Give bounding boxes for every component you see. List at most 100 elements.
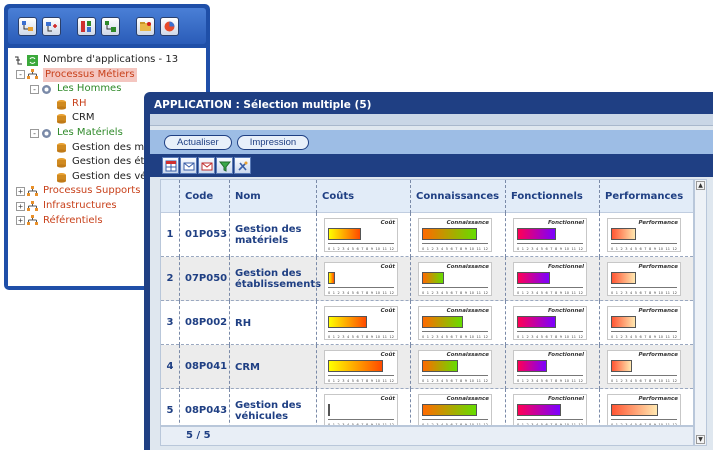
email-button[interactable]: [180, 157, 197, 174]
move-node-button[interactable]: [101, 16, 120, 36]
column-header-fonctionnels[interactable]: Fonctionnels: [505, 180, 599, 213]
tick-label: 3: [342, 379, 345, 383]
app-code-link[interactable]: 08P043: [179, 389, 229, 425]
database-icon: [57, 157, 66, 168]
scroll-down-arrow[interactable]: ▼: [696, 435, 705, 444]
print-button[interactable]: Impression: [236, 134, 310, 150]
tick-label: 1: [426, 291, 429, 295]
tick-label: 2: [620, 291, 623, 295]
tick-label: 4: [536, 247, 539, 251]
mini-bar-chart-perf: Performance 0 1 2 3 4 5 6 7 8 9 10 11 12: [607, 394, 681, 425]
mini-chart-bar: [422, 360, 458, 372]
table-row[interactable]: 4 08P041 CRM Coût 0 1 2 3 4 5 6 7 8 9 10 11 12 Connaissan…: [161, 345, 693, 389]
app-code-link[interactable]: 01P053: [179, 213, 229, 257]
app-code-link[interactable]: 08P041: [179, 345, 229, 389]
tick-label: 12: [389, 247, 394, 251]
collapse-toggle[interactable]: -: [30, 128, 39, 138]
tick-label: 2: [526, 379, 529, 383]
mini-chart-ticks: 0 1 2 3 4 5 6 7 8 9 10 11 12: [517, 335, 583, 339]
tick-label: 9: [559, 291, 562, 295]
table-row[interactable]: 2 07P050 Gestion des établissements Coût 0 1 2…: [161, 257, 693, 301]
database-icon: [57, 99, 66, 110]
hierarchy-button[interactable]: [77, 16, 96, 36]
settings-button[interactable]: [234, 157, 251, 174]
tick-label: 0: [611, 247, 614, 251]
mini-chart-title: Coût: [380, 264, 395, 270]
metric-cell-perf: Performance 0 1 2 3 4 5 6 7 8 9 10 11 12: [599, 345, 693, 389]
app-name-link[interactable]: Gestion des établissements: [229, 257, 321, 301]
tick-label: 8: [460, 291, 463, 295]
app-name-link[interactable]: RH: [229, 301, 316, 345]
mini-chart-axis: [611, 243, 677, 244]
scroll-up-arrow[interactable]: ▲: [696, 181, 705, 190]
metric-cell-cout: Coût 0 1 2 3 4 5 6 7 8 9 10 11 12: [316, 301, 410, 345]
column-header-performances[interactable]: Performances: [599, 180, 693, 213]
tick-label: 6: [450, 247, 453, 251]
tick-label: 8: [366, 247, 369, 251]
tick-label: 5: [445, 335, 448, 339]
app-name-link[interactable]: CRM: [229, 345, 316, 389]
add-node-button[interactable]: [42, 16, 61, 36]
mini-bar-chart-cout: Coût 0 1 2 3 4 5 6 7 8 9 10 11 12: [324, 306, 398, 340]
app-code-link[interactable]: 08P002: [179, 301, 229, 345]
expand-toggle[interactable]: +: [16, 216, 25, 226]
tick-label: 4: [630, 291, 633, 295]
tick-label: 4: [630, 335, 633, 339]
mini-chart-bar: [517, 228, 556, 240]
mini-chart-title: Fonctionnel: [547, 396, 584, 402]
mini-chart-bar: [328, 272, 336, 284]
expand-toggle[interactable]: +: [16, 187, 25, 197]
table-row[interactable]: 3 08P002 RH Coût 0 1 2 3 4 5 6 7 8 9 10 11 12 Connaissanc…: [161, 301, 693, 345]
tick-label: 2: [431, 379, 434, 383]
app-code-link[interactable]: 07P050: [179, 257, 229, 301]
tick-label: 8: [649, 335, 652, 339]
tick-label: 5: [351, 291, 354, 295]
org-chart-icon: [27, 200, 38, 211]
tick-label: 0: [517, 335, 520, 339]
org-chart-icon: [27, 69, 38, 80]
tick-label: 12: [578, 379, 583, 383]
table-row[interactable]: 1 01P053 Gestion des matériels Coût 0 1 2 3 4 5 6 7…: [161, 213, 693, 257]
expand-toggle[interactable]: +: [16, 201, 25, 211]
tick-label: 11: [382, 247, 387, 251]
tree-root[interactable]: Nombre d'applications - 13: [14, 53, 206, 68]
grid-view-button[interactable]: [162, 157, 179, 174]
mini-chart-axis: [422, 243, 488, 244]
collapse-toggle[interactable]: -: [30, 84, 39, 94]
mini-chart-title: Fonctionnel: [547, 308, 584, 314]
column-header-nom[interactable]: Nom: [229, 180, 316, 213]
email-delete-button[interactable]: [198, 157, 215, 174]
folder-button[interactable]: [136, 16, 155, 36]
column-header-connaissances[interactable]: Connaissances: [410, 180, 505, 213]
vertical-scrollbar[interactable]: ▲ ▼: [694, 179, 707, 446]
filter-button[interactable]: [216, 157, 233, 174]
refresh-button[interactable]: Actualiser: [164, 134, 232, 150]
refresh-icon[interactable]: [27, 54, 38, 66]
tick-label: 8: [649, 291, 652, 295]
app-name-link[interactable]: Gestion des véhicules: [229, 389, 316, 425]
mini-chart-bar: [422, 316, 464, 328]
tick-label: 3: [625, 291, 628, 295]
mini-bar-chart-conn: Connaissance 0 1 2 3 4 5 6 7 8 9 10 11 12: [418, 262, 492, 296]
tick-label: 8: [555, 379, 558, 383]
column-header-code[interactable]: Code: [179, 180, 229, 213]
table-row[interactable]: 5 08P043 Gestion des véhicules Coût 0 1 2 3 4 5 6 7…: [161, 389, 693, 425]
collapse-toggle[interactable]: -: [16, 70, 25, 80]
column-header-couts[interactable]: Coûts: [316, 180, 410, 213]
tick-label: 1: [332, 247, 335, 251]
tick-label: 5: [351, 379, 354, 383]
chart-button[interactable]: [160, 16, 179, 36]
tick-label: 3: [625, 335, 628, 339]
tick-label: 7: [550, 379, 553, 383]
app-name-link[interactable]: Gestion des matériels: [229, 213, 316, 257]
tick-label: 11: [665, 247, 670, 251]
tick-label: 1: [615, 291, 618, 295]
tick-label: 11: [665, 291, 670, 295]
tree-node-processus-metiers[interactable]: - Processus Métiers: [14, 67, 206, 83]
tick-label: 10: [564, 379, 569, 383]
tick-label: 7: [361, 291, 364, 295]
metric-cell-fonc: Fonctionnel 0 1 2 3 4 5 6 7 8 9 10 11 12: [505, 301, 599, 345]
tree-node-label: CRM: [72, 112, 95, 124]
expand-tree-button[interactable]: [18, 16, 37, 36]
tick-label: 11: [571, 335, 576, 339]
